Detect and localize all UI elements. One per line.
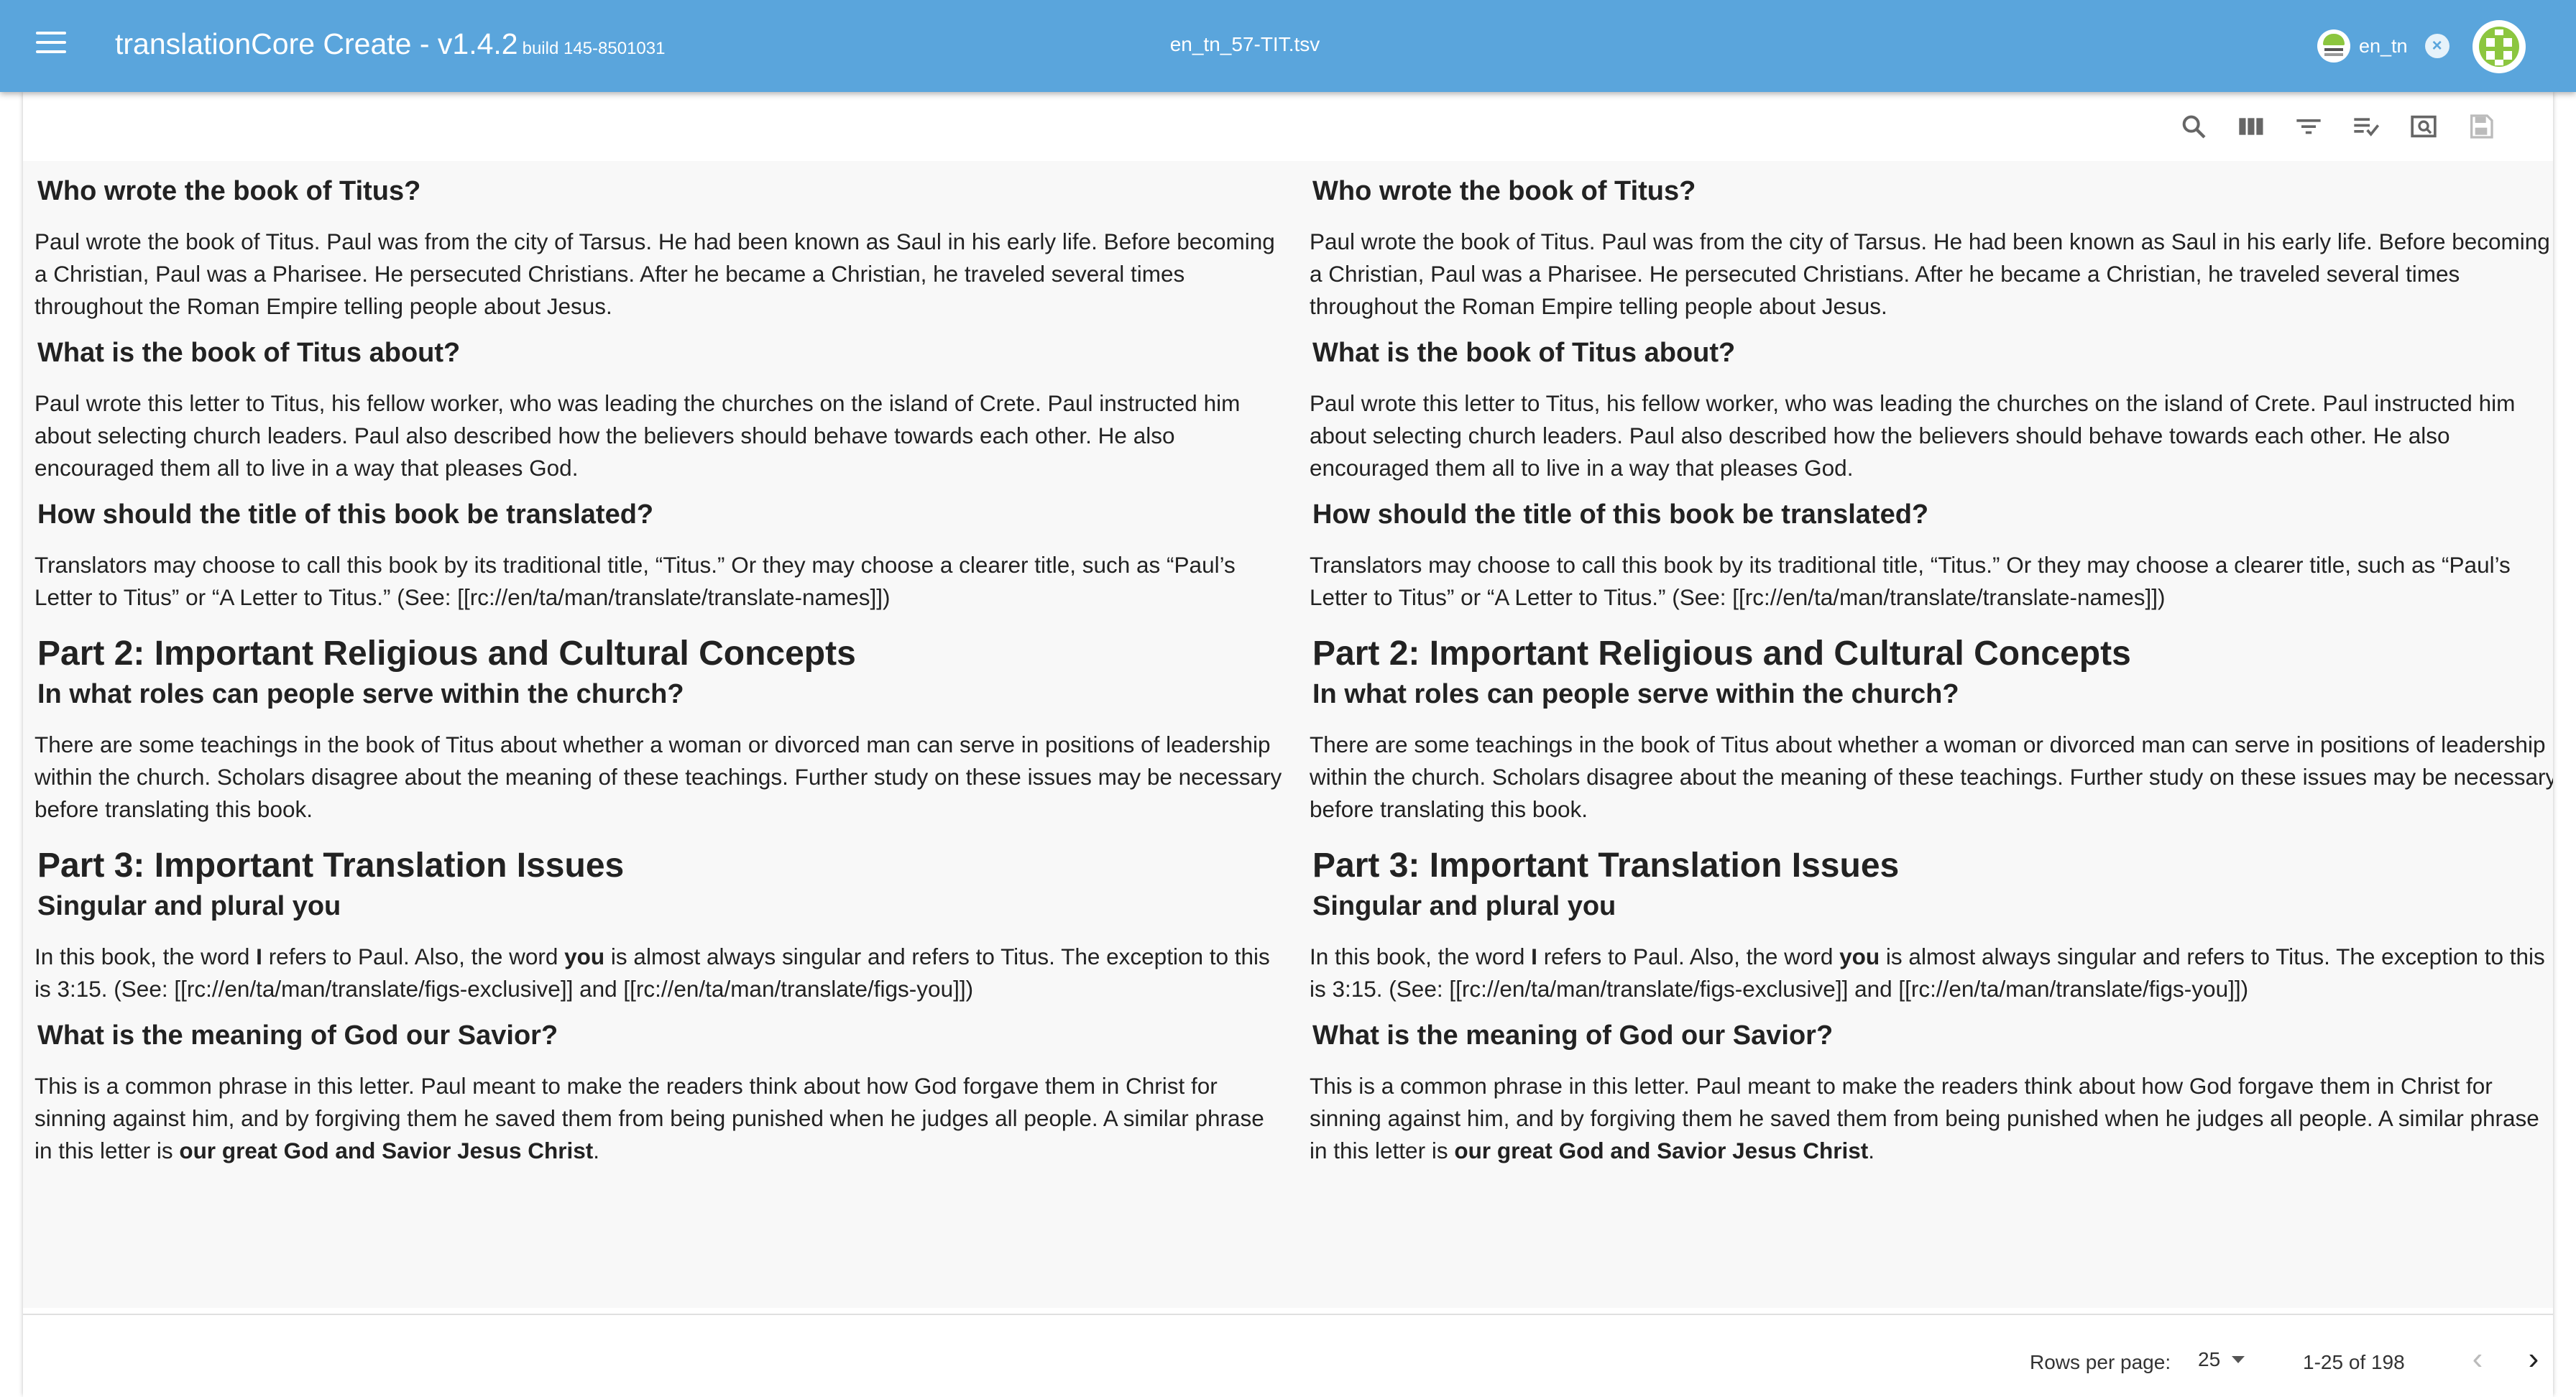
- datatable-panel: Who wrote the book of Titus? Paul wrote …: [23, 92, 2553, 1397]
- notes-content: Who wrote the book of Titus? Paul wrote …: [23, 161, 2553, 1308]
- chevron-down-icon: [2232, 1356, 2245, 1363]
- section-paragraph[interactable]: Paul wrote this letter to Titus, his fel…: [34, 387, 1285, 484]
- search-icon[interactable]: [2179, 112, 2208, 141]
- source-column: Who wrote the book of Titus? Paul wrote …: [34, 161, 1285, 1167]
- bold-term: I: [256, 944, 262, 969]
- text-run: In this book, the word: [1310, 944, 1532, 969]
- rows-per-page-value: 25: [2198, 1348, 2221, 1370]
- bold-term: our great God and Savior Jesus Christ: [1454, 1138, 1869, 1163]
- section-paragraph[interactable]: There are some teachings in the book of …: [1310, 729, 2553, 826]
- section-heading: Who wrote the book of Titus?: [1312, 176, 1696, 206]
- section-heading: What is the book of Titus about?: [1312, 338, 1736, 368]
- section-paragraph[interactable]: Paul wrote the book of Titus. Paul was f…: [34, 226, 1285, 323]
- section-heading: Singular and plural you: [1312, 891, 1616, 921]
- page-range: 1-25 of 198: [2303, 1351, 2405, 1373]
- playlist-check-icon[interactable]: [2352, 112, 2380, 141]
- text-run: .: [593, 1138, 599, 1163]
- bold-term: you: [564, 944, 605, 969]
- menu-icon[interactable]: [36, 32, 66, 59]
- section-paragraph[interactable]: Translators may choose to call this book…: [1310, 549, 2553, 614]
- previous-page-button[interactable]: ‹: [2460, 1342, 2496, 1378]
- close-icon[interactable]: ×: [2424, 34, 2450, 58]
- part-heading: Part 3: Important Translation Issues: [37, 847, 625, 885]
- resource-chip-label: en_tn: [2359, 34, 2408, 57]
- filter-list-icon[interactable]: [2294, 112, 2323, 141]
- table-toolbar: [2179, 112, 2496, 141]
- app-title-text: translationCore Create - v1.4.2: [115, 27, 518, 60]
- translationcore-logo-icon: [2317, 29, 2350, 63]
- avatar[interactable]: [2472, 20, 2526, 73]
- pagination-footer: Rows per page: 25 1-25 of 198 ‹ ›: [23, 1314, 2553, 1397]
- file-name: en_tn_57-TIT.tsv: [1169, 33, 1320, 55]
- section-heading: What is the meaning of God our Savior?: [1312, 1020, 1834, 1051]
- build-number: build 145-8501031: [522, 39, 666, 58]
- bold-term: our great God and Savior Jesus Christ: [179, 1138, 594, 1163]
- save-icon[interactable]: [2467, 112, 2496, 141]
- bold-term: you: [1839, 944, 1880, 969]
- section-paragraph[interactable]: This is a common phrase in this letter. …: [34, 1070, 1285, 1167]
- section-heading: What is the meaning of God our Savior?: [37, 1020, 558, 1051]
- section-heading: Who wrote the book of Titus?: [37, 176, 421, 206]
- part-heading: Part 2: Important Religious and Cultural…: [1312, 635, 2131, 673]
- target-column: Who wrote the book of Titus? Paul wrote …: [1310, 161, 2553, 1167]
- text-run: In this book, the word: [34, 944, 257, 969]
- text-run: refers to Paul. Also, the word: [262, 944, 565, 969]
- next-page-button[interactable]: ›: [2516, 1342, 2552, 1378]
- section-heading: In what roles can people serve within th…: [37, 679, 684, 709]
- section-heading: What is the book of Titus about?: [37, 338, 461, 368]
- text-run: .: [1868, 1138, 1874, 1163]
- section-paragraph[interactable]: Paul wrote the book of Titus. Paul was f…: [1310, 226, 2553, 323]
- section-paragraph[interactable]: Paul wrote this letter to Titus, his fel…: [1310, 387, 2553, 484]
- bold-term: I: [1531, 944, 1537, 969]
- section-paragraph[interactable]: In this book, the word I refers to Paul.…: [34, 941, 1285, 1005]
- view-columns-icon[interactable]: [2237, 112, 2266, 141]
- preview-icon[interactable]: [2409, 112, 2438, 141]
- section-heading: In what roles can people serve within th…: [1312, 679, 1959, 709]
- part-heading: Part 2: Important Religious and Cultural…: [37, 635, 856, 673]
- section-heading: Singular and plural you: [37, 891, 341, 921]
- avatar-grid-icon: [2479, 27, 2519, 67]
- section-paragraph[interactable]: There are some teachings in the book of …: [34, 729, 1285, 826]
- app-bar: translationCore Create - v1.4.2 build 145…: [0, 0, 2576, 92]
- rows-per-page-select[interactable]: 25: [2198, 1348, 2245, 1371]
- app-title: translationCore Create - v1.4.2 build 145…: [115, 27, 665, 61]
- section-paragraph[interactable]: Translators may choose to call this book…: [34, 549, 1285, 614]
- section-paragraph[interactable]: In this book, the word I refers to Paul.…: [1310, 941, 2553, 1005]
- part-heading: Part 3: Important Translation Issues: [1312, 847, 1900, 885]
- resource-chip[interactable]: en_tn ×: [2317, 27, 2450, 65]
- text-run: refers to Paul. Also, the word: [1537, 944, 1840, 969]
- section-heading: How should the title of this book be tra…: [37, 499, 654, 530]
- section-paragraph[interactable]: This is a common phrase in this letter. …: [1310, 1070, 2553, 1167]
- section-heading: How should the title of this book be tra…: [1312, 499, 1929, 530]
- rows-per-page-label: Rows per page:: [2030, 1351, 2171, 1373]
